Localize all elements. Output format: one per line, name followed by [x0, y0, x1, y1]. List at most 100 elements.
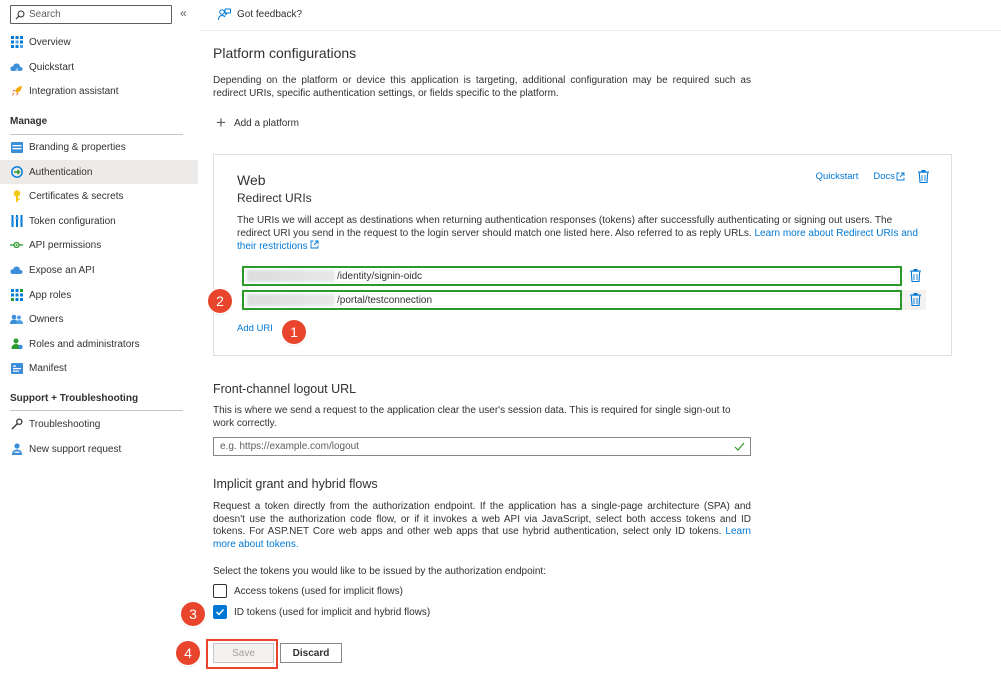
sidebar-item-quickstart[interactable]: Quickstart: [0, 55, 198, 79]
wrench-icon: [10, 418, 23, 431]
roles-person-icon: [10, 338, 23, 351]
access-tokens-checkbox[interactable]: [213, 584, 227, 598]
add-platform-label: Add a platform: [233, 117, 299, 129]
sidebar-item-troubleshooting[interactable]: Troubleshooting: [0, 412, 198, 436]
collapse-sidebar-button[interactable]: «: [180, 7, 187, 19]
redacted-host: [247, 270, 335, 282]
sidebar-item-app-roles[interactable]: App roles: [0, 283, 198, 307]
step-badge-3: 3: [181, 602, 205, 626]
platform-config-title: Platform configurations: [213, 45, 357, 61]
redirect-uris-description: The URIs we will accept as destinations …: [237, 215, 927, 254]
sidebar-item-token-configuration[interactable]: Token configuration: [0, 209, 198, 233]
logout-description: This is where we send a request to the a…: [213, 405, 731, 429]
web-title: Web: [237, 172, 266, 188]
sidebar-item-label: Roles and administrators: [29, 338, 140, 350]
feedback-label: Got feedback?: [237, 9, 303, 20]
platform-config-description: Depending on the platform or device this…: [213, 75, 751, 99]
support-heading: Support + Troubleshooting: [10, 393, 139, 404]
sidebar-item-label: Certificates & secrets: [29, 190, 124, 202]
web-platform-card: Web Redirect URIs Quickstart Docs The UR…: [213, 154, 952, 356]
sidebar-item-branding[interactable]: Branding & properties: [0, 135, 198, 159]
step-badge-2: 2: [208, 289, 232, 313]
plus-icon: +: [216, 113, 226, 132]
id-tokens-option[interactable]: ID tokens (used for implicit and hybrid …: [213, 605, 430, 619]
quickstart-cloud-icon: [10, 61, 23, 74]
sidebar-item-label: Token configuration: [29, 215, 116, 227]
sidebar-item-label: Branding & properties: [29, 141, 126, 153]
card-actions: Quickstart Docs: [816, 170, 929, 183]
sidebar-item-label: Expose an API: [29, 264, 95, 276]
sidebar-item-label: Troubleshooting: [29, 418, 101, 430]
sidebar-item-overview[interactable]: Overview: [0, 30, 198, 54]
sidebar-item-authentication[interactable]: Authentication: [0, 160, 198, 184]
rocket-icon: [10, 85, 23, 98]
sidebar-item-label: Quickstart: [29, 61, 75, 73]
support-person-icon: [10, 443, 23, 456]
implicit-desc-text: Request a token directly from the author…: [213, 501, 751, 537]
step-badge-4: 4: [176, 641, 200, 665]
logout-title: Front-channel logout URL: [213, 382, 357, 396]
authentication-icon: [10, 166, 23, 179]
api-permissions-icon: [10, 239, 23, 252]
access-tokens-label: Access tokens (used for implicit flows): [234, 585, 403, 597]
valid-check-icon: [734, 442, 745, 451]
sidebar-item-certificates[interactable]: Certificates & secrets: [0, 184, 198, 208]
logout-url-field[interactable]: [213, 437, 751, 456]
redirect-uri-value: /identity/signin-oidc: [337, 270, 423, 282]
branding-icon: [10, 141, 23, 154]
manifest-icon: [10, 362, 23, 375]
id-tokens-label: ID tokens (used for implicit and hybrid …: [234, 606, 431, 618]
delete-uri-trash-icon[interactable]: [910, 293, 921, 306]
app-roles-grid-icon: [10, 289, 23, 302]
redirect-uris-title: Redirect URIs: [237, 191, 312, 205]
sidebar-item-owners[interactable]: Owners: [0, 307, 198, 331]
redirect-uri-value: /portal/testconnection: [337, 294, 433, 306]
feedback-button[interactable]: Got feedback?: [218, 8, 302, 21]
sidebar-item-manifest[interactable]: Manifest: [0, 356, 198, 380]
add-platform-button[interactable]: + Add a platform: [216, 113, 299, 132]
overview-grid-icon: [10, 36, 23, 49]
search-box[interactable]: [10, 5, 172, 24]
id-tokens-checkbox[interactable]: [213, 605, 227, 619]
sidebar-item-integration-assistant[interactable]: Integration assistant: [0, 79, 198, 103]
save-button[interactable]: Save: [213, 643, 274, 663]
search-icon: [15, 10, 25, 19]
sidebar-item-api-permissions[interactable]: API permissions: [0, 233, 198, 257]
add-uri-button[interactable]: Add URI: [237, 323, 273, 334]
select-tokens-prompt: Select the tokens you would like to be i…: [213, 566, 546, 577]
sidebar-item-label: App roles: [29, 289, 72, 301]
sidebar-item-label: API permissions: [29, 239, 102, 251]
delete-platform-trash-icon[interactable]: [918, 170, 929, 183]
implicit-grant-description: Request a token directly from the author…: [213, 501, 751, 551]
owners-people-icon: [10, 313, 23, 326]
discard-button[interactable]: Discard: [280, 643, 342, 663]
search-input[interactable]: [29, 9, 159, 20]
quickstart-link[interactable]: Quickstart: [816, 171, 859, 182]
delete-uri-trash-icon[interactable]: [910, 269, 921, 282]
feedback-person-icon: [218, 8, 231, 21]
docs-link[interactable]: Docs: [873, 171, 895, 182]
external-link-icon: [310, 240, 319, 249]
command-bar: Got feedback?: [199, 0, 1001, 31]
sidebar-item-label: Authentication: [29, 166, 93, 178]
sidebar-item-label: Owners: [29, 313, 64, 325]
sidebar-item-new-support-request[interactable]: New support request: [0, 437, 198, 461]
redirect-uri-input[interactable]: /portal/testconnection: [242, 290, 902, 310]
redirect-uri-input[interactable]: /identity/signin-oidc: [242, 266, 902, 286]
access-tokens-option[interactable]: Access tokens (used for implicit flows): [213, 584, 403, 598]
external-link-icon: [896, 172, 905, 181]
support-divider: [10, 410, 183, 411]
logout-url-input[interactable]: [220, 441, 720, 452]
sidebar-item-label: Overview: [29, 36, 71, 48]
sidebar-item-label: Manifest: [29, 362, 67, 374]
redirect-uri-row: /identity/signin-oidc: [242, 266, 926, 286]
sidebar: « Overview Quickstart Integration assist…: [0, 0, 199, 675]
manage-heading: Manage: [10, 116, 48, 127]
sidebar-item-expose-api[interactable]: Expose an API: [0, 258, 198, 282]
redacted-host: [247, 294, 335, 306]
checkmark-icon: [216, 609, 225, 616]
step-badge-1: 1: [282, 320, 306, 344]
sidebar-item-roles-admins[interactable]: Roles and administrators: [0, 332, 198, 356]
cloud-icon: [10, 264, 23, 277]
sidebar-item-label: Integration assistant: [29, 85, 119, 97]
